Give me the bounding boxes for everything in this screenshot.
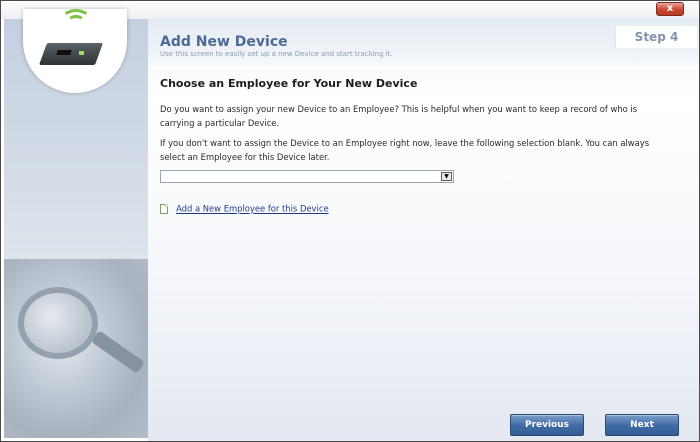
previous-button[interactable]: Previous [510, 414, 584, 436]
wizard-window: x Add New Device Use this screen to easi… [0, 0, 700, 442]
employee-select[interactable]: ▼ [160, 170, 454, 183]
section-heading: Choose an Employee for Your New Device [160, 77, 418, 90]
header: Add New Device Use this screen to easily… [148, 19, 699, 65]
gps-device-icon [38, 43, 104, 65]
magnifier-lens [18, 287, 98, 359]
page-subtitle: Use this screen to easily set up a new D… [160, 50, 393, 58]
chevron-down-icon[interactable]: ▼ [441, 172, 452, 181]
wifi-signal-icon [67, 15, 85, 29]
magnifier-handle [91, 330, 145, 374]
device-slot [56, 50, 72, 55]
close-button[interactable]: x [656, 2, 684, 16]
device-led [79, 51, 84, 55]
magnifier-globe-image [4, 259, 148, 438]
next-button[interactable]: Next [605, 414, 679, 436]
main-panel: Add New Device Use this screen to easily… [148, 19, 699, 441]
page-title: Add New Device [160, 34, 288, 50]
instruction-paragraph-1: Do you want to assign your new Device to… [160, 104, 638, 128]
add-employee-link[interactable]: Add a New Employee for this Device [176, 204, 329, 214]
add-employee-row: Add a New Employee for this Device [160, 198, 329, 217]
instruction-paragraph-2: If you don't want to assign the Device t… [160, 138, 650, 162]
step-indicator: Step 4 [615, 26, 697, 48]
new-document-icon [160, 203, 168, 214]
